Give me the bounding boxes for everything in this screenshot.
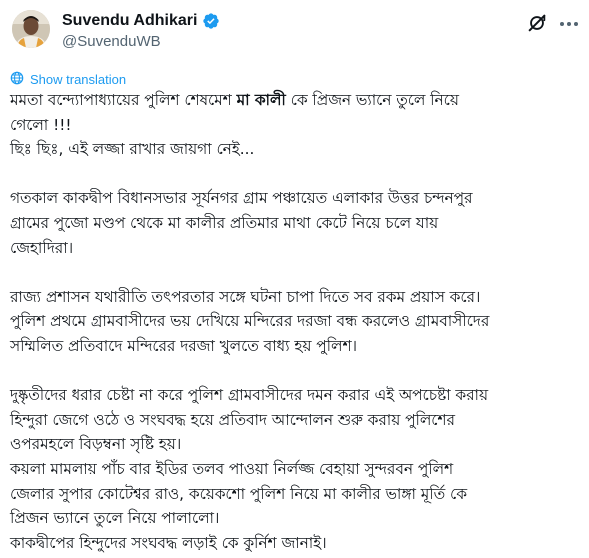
show-translation-button[interactable]: Show translation [10, 70, 126, 89]
avatar[interactable] [12, 10, 50, 48]
tweet-text-segment: কে প্রিজন ভ্যানে তুলে নিয়ে [285, 91, 459, 109]
author-name-row: Suvendu Adhikari [62, 12, 220, 30]
tweet-text-bold: মা কালী [236, 91, 286, 109]
show-translation-label: Show translation [30, 72, 127, 87]
tweet: Suvendu Adhikari @SuvenduWB Show transla… [0, 0, 589, 558]
globe-icon [10, 70, 24, 89]
tweet-text: মমতা বন্দ্যোপাধ্যায়ের পুলিশ শেষমেশ মা ক… [10, 88, 582, 555]
tweet-line: কাকদ্বীপের হিন্দুদের সংঘবদ্ধ লড়াই কে কু… [10, 533, 327, 552]
tweet-line: গতকাল কাকদ্বীপ বিধানসভার সূর্যনগর গ্রাম … [10, 189, 473, 208]
tweet-line: দুষ্কৃতীদের ধরার চেষ্টা না করে পুলিশ গ্র… [10, 386, 488, 405]
tweet-line: জেহাদিরা। [10, 238, 74, 257]
tweet-line: ওপরমহলে বিড়ম্বনা সৃষ্টি হয়। [10, 435, 182, 454]
author-display-name[interactable]: Suvendu Adhikari [62, 12, 197, 30]
tweet-line: ছিঃ ছিঃ, এই লজ্জা রাখার জায়গা নেই... [10, 140, 255, 159]
tweet-line: গেলো !!! [10, 115, 72, 134]
tweet-line: জেলার সুপার কোটেশ্বর রাও, কয়েকশো পুলিশ … [10, 484, 467, 503]
tweet-line: হিন্দুরা জেগে ওঠে ও সংঘবদ্ধ হয়ে প্রতিবা… [10, 410, 455, 429]
tweet-line: প্রিজন ভ্যানে তুলে নিয়ে পালালো। [10, 509, 220, 528]
grok-icon[interactable] [526, 12, 548, 34]
more-options-icon[interactable] [558, 16, 580, 30]
tweet-line: গ্রামের পুজো মণ্ডপ থেকে মা কালীর প্রতিমা… [10, 213, 439, 232]
tweet-line: সম্মিলিত প্রতিবাদে মন্দিরের দরজা খুলতে ব… [10, 336, 357, 355]
tweet-line: মমতা বন্দ্যোপাধ্যায়ের পুলিশ শেষমেশ মা ক… [10, 88, 582, 113]
tweet-text-segment: মমতা বন্দ্যোপাধ্যায়ের পুলিশ শেষমেশ [10, 91, 237, 109]
tweet-line: রাজ্য প্রশাসন যথারীতি তৎপরতার সঙ্গে ঘটনা… [10, 287, 481, 306]
profile-photo [12, 10, 50, 48]
tweet-line: কয়লা মামলায় পাঁচ বার ইডির তলব পাওয়া ন… [10, 459, 454, 478]
verified-badge-icon [202, 12, 220, 30]
tweet-line: পুলিশ প্রথমে গ্রামবাসীদের ভয় দেখিয়ে মন… [10, 312, 490, 331]
author-handle[interactable]: @SuvenduWB [62, 33, 161, 50]
